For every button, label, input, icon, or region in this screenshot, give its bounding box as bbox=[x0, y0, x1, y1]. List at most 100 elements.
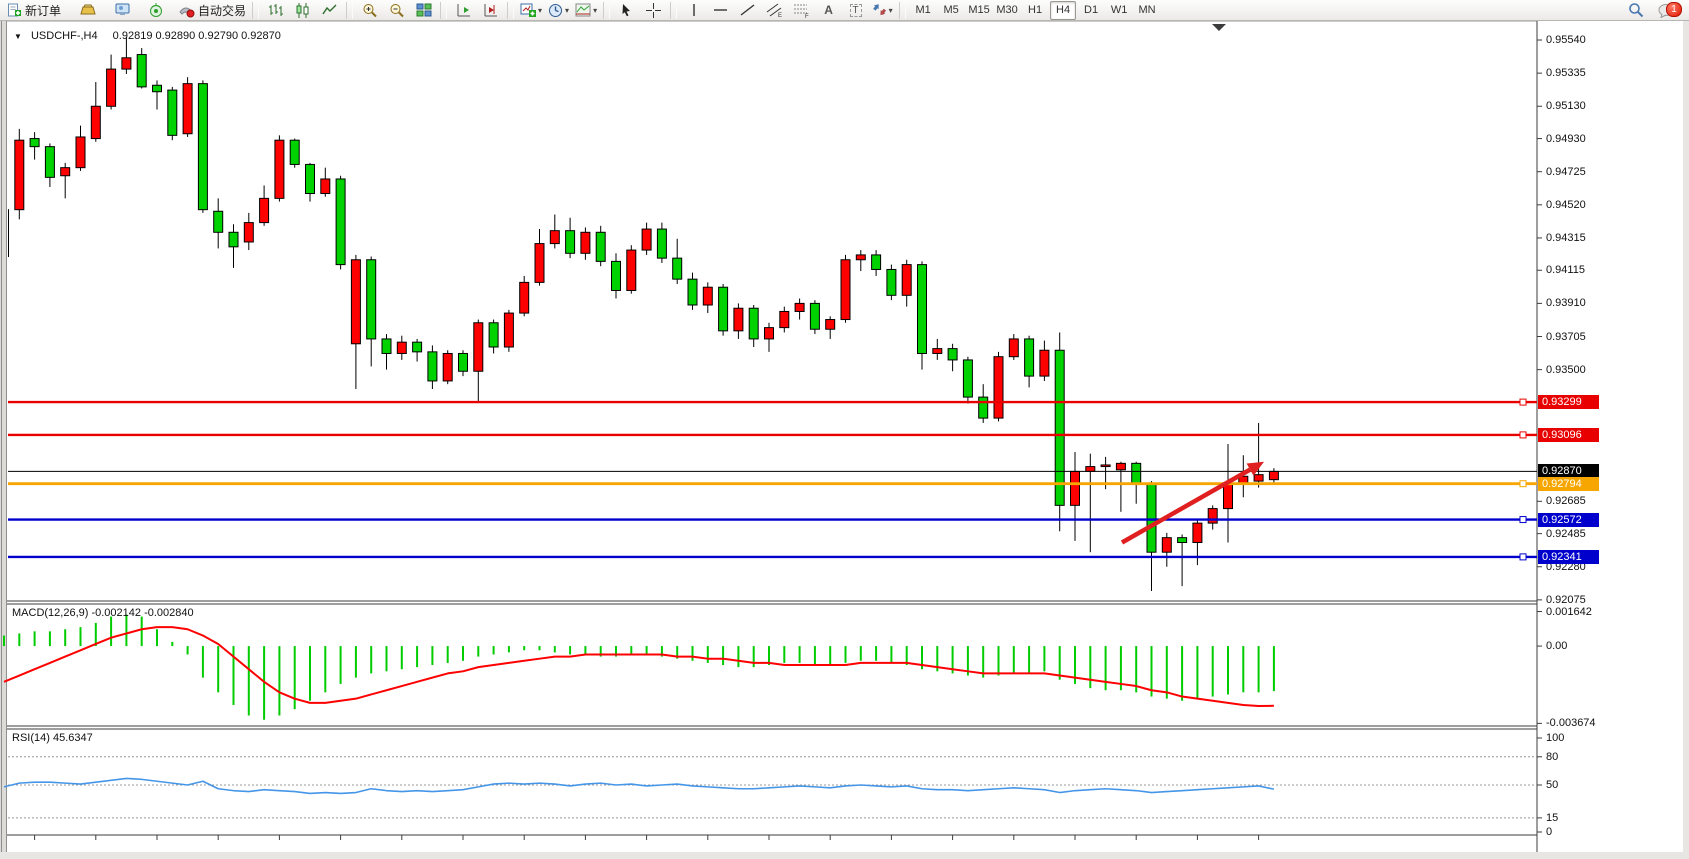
rsi-line bbox=[4, 778, 1274, 793]
candle-body-up bbox=[826, 320, 835, 330]
tile-windows-icon bbox=[416, 3, 432, 17]
candle bbox=[367, 257, 376, 367]
price-tick-label: 0.95540 bbox=[1546, 34, 1586, 46]
new-chart-dropdown[interactable]: ▾ bbox=[517, 0, 545, 21]
bar-chart-mode-button[interactable] bbox=[262, 0, 289, 21]
timeframe-button-m30[interactable]: M30 bbox=[994, 1, 1020, 20]
candle-series bbox=[0, 37, 1278, 591]
timeframe-button-mn[interactable]: MN bbox=[1134, 1, 1160, 20]
crosshair-tool-button[interactable] bbox=[640, 0, 667, 21]
candle-body-up bbox=[61, 168, 70, 176]
candle bbox=[61, 163, 70, 199]
candle-body-down bbox=[168, 90, 177, 135]
trendline-icon bbox=[740, 3, 755, 17]
chart-canvas[interactable] bbox=[0, 21, 1689, 859]
timeframe-button-m5[interactable]: M5 bbox=[938, 1, 964, 20]
candle bbox=[1147, 481, 1156, 591]
candle-body-down bbox=[657, 229, 666, 258]
candle bbox=[841, 255, 850, 323]
candle-body-up bbox=[994, 357, 1003, 418]
candle-body-down bbox=[336, 179, 345, 265]
candle-body-down bbox=[290, 140, 299, 164]
cursor-tool-button[interactable] bbox=[613, 0, 640, 21]
metaquotes-button[interactable] bbox=[74, 0, 101, 21]
arrows-dropdown[interactable]: ▾ bbox=[869, 0, 896, 21]
candle bbox=[413, 339, 422, 362]
zoom-in-button[interactable] bbox=[356, 0, 383, 21]
candle-body-down bbox=[153, 85, 162, 91]
candle-body-up bbox=[351, 260, 360, 344]
rsi-tick-label: 50 bbox=[1546, 779, 1558, 791]
signals-button[interactable] bbox=[142, 0, 169, 21]
candle-body-up bbox=[1193, 523, 1202, 542]
notifications-button[interactable]: 1 bbox=[1649, 0, 1685, 21]
indicators-dropdown[interactable]: ▾ bbox=[572, 0, 600, 21]
candle-body-up bbox=[1162, 538, 1171, 553]
horizontal-line-tool[interactable] bbox=[707, 0, 734, 21]
chart-title: ▼ USDCHF-,H4 0.92819 0.92890 0.92790 0.9… bbox=[14, 30, 281, 42]
notification-count-badge: 1 bbox=[1666, 2, 1682, 17]
candle bbox=[979, 384, 988, 423]
candle-body-up bbox=[765, 328, 774, 339]
market-watch-button[interactable] bbox=[109, 0, 136, 21]
candle-body-down bbox=[198, 84, 207, 210]
candle bbox=[474, 320, 483, 402]
one-click-trading-toggle-icon[interactable]: ▼ bbox=[14, 32, 22, 41]
candle-body-up bbox=[76, 137, 85, 168]
price-line-badge: 0.92794 bbox=[1538, 477, 1599, 491]
price-line-badge: 0.93299 bbox=[1538, 395, 1599, 409]
candle-body-up bbox=[734, 308, 743, 331]
vertical-line-tool[interactable] bbox=[680, 0, 707, 21]
auto-scroll-button[interactable] bbox=[450, 0, 477, 21]
timeframe-button-m1[interactable]: M1 bbox=[910, 1, 936, 20]
candlestick-mode-button[interactable] bbox=[289, 0, 316, 21]
timeframe-button-d1[interactable]: D1 bbox=[1078, 1, 1104, 20]
candle bbox=[1162, 533, 1171, 567]
fibonacci-tool[interactable]: F bbox=[788, 0, 815, 21]
line-handle[interactable] bbox=[1520, 554, 1526, 560]
text-tool[interactable]: A bbox=[815, 0, 842, 21]
line-handle[interactable] bbox=[1520, 481, 1526, 487]
equidistant-channel-tool[interactable]: E bbox=[761, 0, 788, 21]
auto-scroll-icon bbox=[456, 3, 472, 17]
candle-body-up bbox=[244, 223, 253, 242]
candle-body-up bbox=[933, 349, 942, 354]
candle bbox=[887, 265, 896, 301]
candle bbox=[275, 135, 284, 201]
line-handle[interactable] bbox=[1520, 432, 1526, 438]
timeframe-button-w1[interactable]: W1 bbox=[1106, 1, 1132, 20]
trendline-tool[interactable] bbox=[734, 0, 761, 21]
autotrading-button[interactable]: 自动交易 bbox=[175, 0, 249, 21]
candle bbox=[306, 163, 315, 202]
timeframe-button-h4[interactable]: H4 bbox=[1050, 1, 1076, 20]
price-tick-label: 0.93910 bbox=[1546, 297, 1586, 309]
cursor-icon bbox=[620, 3, 633, 17]
candle bbox=[428, 345, 437, 389]
candle-body-up bbox=[183, 84, 192, 134]
bar-chart-icon bbox=[268, 3, 283, 17]
search-button[interactable] bbox=[1622, 0, 1649, 21]
candle bbox=[963, 357, 972, 404]
line-chart-mode-button[interactable] bbox=[316, 0, 343, 21]
chart-shift-button[interactable] bbox=[477, 0, 504, 21]
candle-body-down bbox=[367, 260, 376, 339]
chart-shift-marker[interactable] bbox=[1212, 24, 1226, 31]
line-handle[interactable] bbox=[1520, 399, 1526, 405]
periods-dropdown[interactable]: ▾ bbox=[545, 0, 572, 21]
toolbar-separator bbox=[252, 2, 259, 19]
zoom-out-button[interactable] bbox=[383, 0, 410, 21]
candle bbox=[198, 80, 207, 212]
timeframe-button-m15[interactable]: M15 bbox=[966, 1, 992, 20]
indicators-icon bbox=[575, 3, 591, 17]
text-label-tool[interactable]: T bbox=[842, 0, 869, 21]
candle bbox=[1254, 423, 1263, 488]
arrow-objects-icon bbox=[873, 3, 887, 17]
candle-body-down bbox=[749, 308, 758, 339]
tile-windows-button[interactable] bbox=[410, 0, 437, 21]
line-handle[interactable] bbox=[1520, 517, 1526, 523]
timeframe-button-h1[interactable]: H1 bbox=[1022, 1, 1048, 20]
price-line-badge: 0.92341 bbox=[1538, 550, 1599, 564]
candle-body-down bbox=[229, 232, 238, 247]
new-order-button[interactable]: 新订单 bbox=[4, 0, 64, 21]
new-order-icon bbox=[7, 3, 22, 18]
